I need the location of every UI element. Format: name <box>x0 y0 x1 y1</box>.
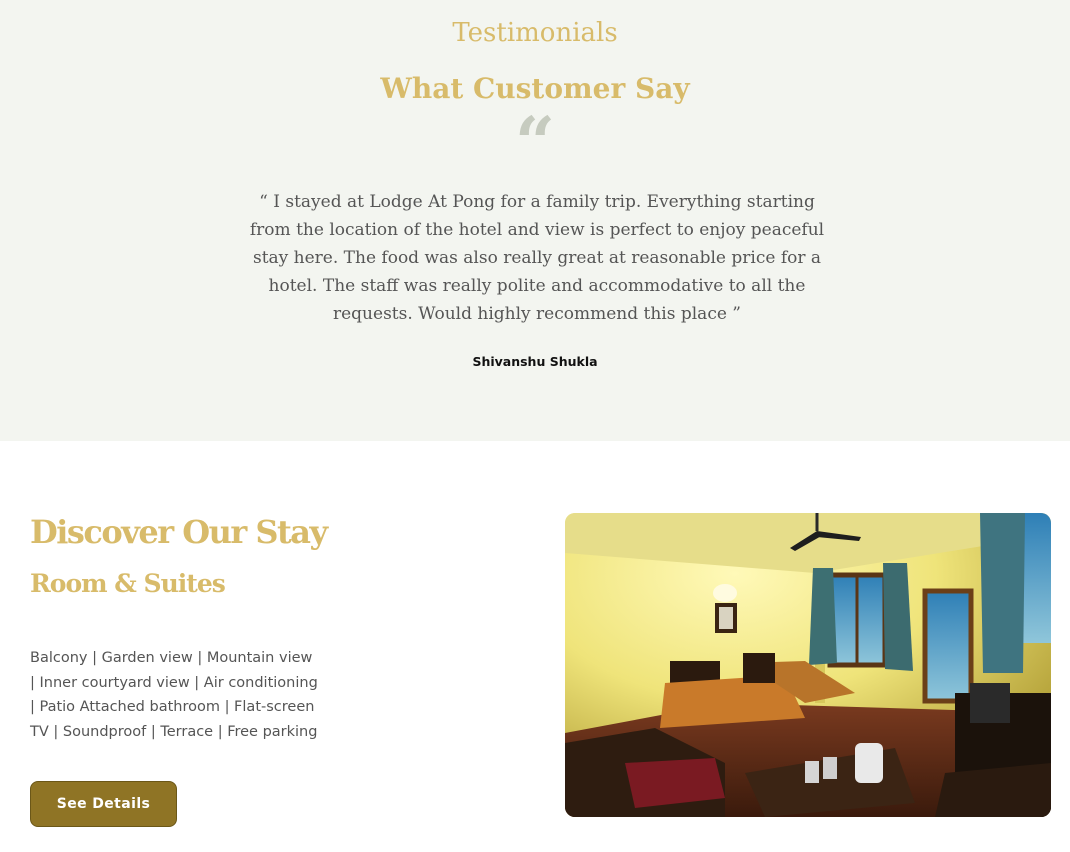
testimonial-author: Shivanshu Shukla <box>472 354 598 369</box>
testimonials-eyebrow: Testimonials <box>452 18 618 48</box>
stay-title: Discover Our Stay <box>30 513 328 551</box>
quote-icon: “ <box>514 101 556 184</box>
see-details-button[interactable]: See Details <box>30 781 177 827</box>
testimonial-quote: “ I stayed at Lodge At Pong for a family… <box>249 192 825 324</box>
room-photo-illustration <box>565 513 1051 817</box>
testimonials-section: Testimonials What Customer Say “ “ I sta… <box>0 0 1070 441</box>
amenities-list: Balcony | Garden view | Mountain view | … <box>30 650 318 740</box>
stay-section: Discover Our Stay Room & Suites Balcony … <box>0 441 1070 852</box>
room-photo <box>565 513 1051 817</box>
stay-subtitle: Room & Suites <box>30 569 226 598</box>
